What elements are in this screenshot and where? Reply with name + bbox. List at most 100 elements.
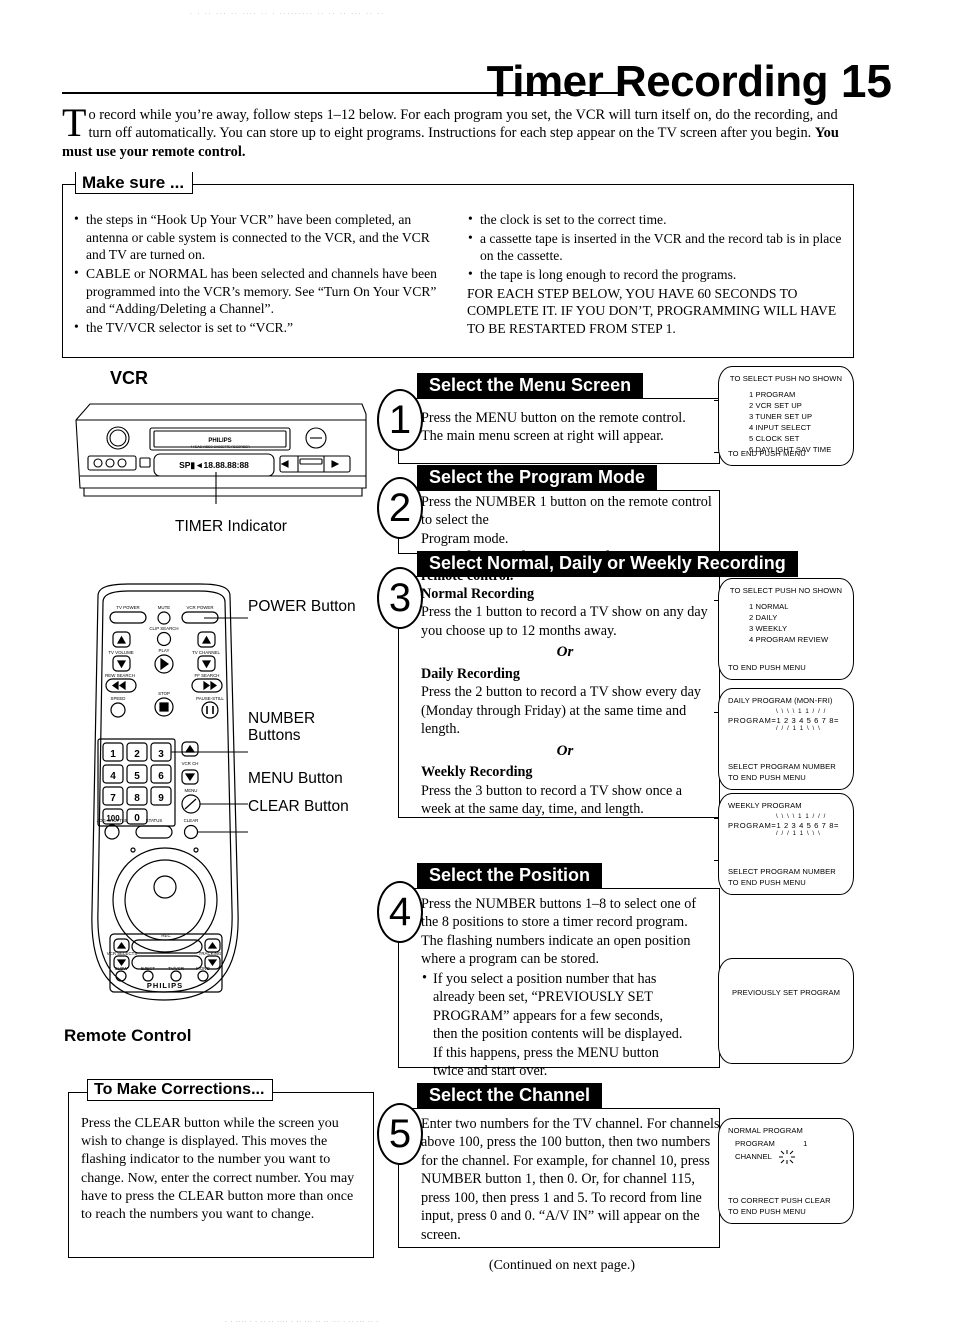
svg-text:6: 6 <box>158 771 164 782</box>
tv1-bottom-line: TO END PUSH MENU <box>728 449 806 458</box>
svg-text:SPEED: SPEED <box>111 696 126 701</box>
step-5-block: 5 Select the Channel Enter two numbers f… <box>377 1083 720 1248</box>
weekly-recording-text: Press the 3 button to record a TV show o… <box>421 782 683 818</box>
step-1-heading: Select the Menu Screen <box>417 373 644 400</box>
tv6-channel-label: CHANNEL <box>735 1152 772 1161</box>
step-4-text: Press the NUMBER buttons 1–8 to select o… <box>421 896 697 968</box>
callout-number-line2: Buttons <box>248 727 301 745</box>
to-make-corrections-box: To Make Corrections... Press the CLEAR b… <box>68 1079 374 1258</box>
daily-recording-title: Daily Recording <box>421 665 520 682</box>
svg-text:VCR CH: VCR CH <box>182 761 199 766</box>
tv3-bottom: SELECT PROGRAM NUMBER TO END PUSH MENU <box>728 761 836 783</box>
svg-text:MUTE: MUTE <box>158 605 171 610</box>
flashing-cursor-icon <box>774 1149 800 1165</box>
svg-text:3: 3 <box>158 749 164 760</box>
svg-text:SLOW: SLOW <box>115 966 129 971</box>
scan-artifact-bottom: . . .... . . .. .. .... . .. ... .. .. .… <box>225 1316 379 1324</box>
svg-text:PHILIPS: PHILIPS <box>208 438 231 444</box>
tv-screen-weekly-program: WEEKLY PROGRAM \ \ \ \ 1 1 / / / PROGRAM… <box>718 793 854 895</box>
make-sure-tab-label: Make sure ... <box>75 172 194 195</box>
make-sure-right-column: the clock is set to the correct time. a … <box>467 210 843 338</box>
or-separator-1: Or <box>556 644 574 661</box>
step-3-body: Normal Recording Press the 1 button to r… <box>421 583 709 819</box>
step-5-number: 5 <box>377 1103 423 1165</box>
weekly-recording-title: Weekly Recording <box>421 764 533 781</box>
list-item: the tape is long enough to record the pr… <box>467 265 843 284</box>
svg-text:TV POWER: TV POWER <box>116 605 139 610</box>
daily-recording-text: Press the 2 button to record a TV show e… <box>421 684 702 738</box>
make-sure-box: Make sure ... the steps in “Hook Up Your… <box>62 172 854 358</box>
svg-text:REW SEARCH: REW SEARCH <box>105 673 135 678</box>
callout-number-buttons: NUMBER Buttons <box>248 710 315 744</box>
page-number: 15 <box>840 55 892 107</box>
svg-text:CLEAR: CLEAR <box>184 818 199 823</box>
tv3-program-numbers: 1 2 3 4 5 6 7 8 <box>776 716 835 725</box>
tv1-top-line: TO SELECT PUSH NO SHOWN <box>729 374 843 383</box>
step-1-body: Press the MENU button on the remote cont… <box>421 409 711 446</box>
tv4-bottom-line-2: TO END PUSH MENU <box>728 878 806 887</box>
svg-text:1: 1 <box>110 749 116 760</box>
intro-text: o record while you’re away, follow steps… <box>88 107 838 142</box>
tv5-center-text: PREVIOUSLY SET PROGRAM <box>731 988 841 997</box>
continued-note: (Continued on next page.) <box>488 1258 636 1273</box>
step-2-heading: Select the Program Mode <box>417 465 658 492</box>
step-2-block: 2 Select the Program Mode Press the NUMB… <box>377 465 720 584</box>
timeout-warning-text: FOR EACH STEP BELOW, YOU HAVE 60 SECONDS… <box>467 285 837 337</box>
svg-text:100: 100 <box>106 814 120 823</box>
svg-text:PHILIPS: PHILIPS <box>147 981 183 990</box>
step-1-number: 1 <box>377 389 423 451</box>
tv-screen-program-mode-menu: TO SELECT PUSH NO SHOWN 1 NORMAL 2 DAILY… <box>718 578 854 680</box>
svg-text:TRACKING: TRACKING <box>199 951 222 956</box>
step-2-number: 2 <box>377 477 423 539</box>
svg-text:PAUSE-STILL: PAUSE-STILL <box>196 696 224 701</box>
svg-text:9: 9 <box>158 793 164 804</box>
tv3-program-row: PROGRAM=1 2 3 4 5 6 7 8= <box>728 715 839 726</box>
timer-indicator-label: TIMER Indicator <box>175 518 287 535</box>
svg-text:STOP: STOP <box>158 691 170 696</box>
corrections-tab-label: To Make Corrections... <box>87 1079 274 1101</box>
svg-text:TV CHANNEL: TV CHANNEL <box>192 650 220 655</box>
step-1-line-2: The main menu screen at right will appea… <box>421 428 664 445</box>
menu-item: 4 PROGRAM REVIEW <box>749 635 829 644</box>
tv-screen-main-menu: TO SELECT PUSH NO SHOWN 1 PROGRAM 2 VCR … <box>718 366 854 466</box>
callout-number-line1: NUMBER <box>248 710 316 727</box>
list-item: the TV/VCR selector is set to “VCR.” <box>73 318 449 337</box>
manual-page: . . .. ... .. .... .. . ......... .. .. … <box>0 0 954 1332</box>
svg-text:PLAY: PLAY <box>159 648 170 653</box>
tv4-flash-below: / / / 1 1 \ \ \ <box>776 831 821 837</box>
svg-text:4: 4 <box>110 771 116 782</box>
svg-text:CLIP SEARCH: CLIP SEARCH <box>149 626 178 631</box>
svg-text:MONO: MONO <box>196 966 210 971</box>
step-4-body: Press the NUMBER buttons 1–8 to select o… <box>421 895 713 1082</box>
svg-text:5: 5 <box>134 771 140 782</box>
tv3-program-label: PROGRAM= <box>728 716 777 725</box>
tv6-program-row: PROGRAM 1 <box>735 1138 807 1149</box>
list-item: the clock is set to the correct time. <box>467 210 843 229</box>
tv6-channel-row: CHANNEL <box>735 1149 807 1165</box>
tv3-title: DAILY PROGRAM (MON-FRI) <box>728 696 833 705</box>
list-item: CABLE or NORMAL has been selected and ch… <box>73 264 449 318</box>
step-4-heading: Select the Position <box>417 863 603 890</box>
menu-item: 1 NORMAL <box>749 602 789 611</box>
tv4-bottom: SELECT PROGRAM NUMBER TO END PUSH MENU <box>728 866 836 888</box>
svg-text:8: 8 <box>134 793 140 804</box>
list-item: a cassette tape is inserted in the VCR a… <box>467 229 843 265</box>
svg-text:0: 0 <box>134 813 140 824</box>
or-separator-2: Or <box>556 742 574 759</box>
tv4-program-suffix: = <box>834 821 840 830</box>
normal-recording-title: Normal Recording <box>421 586 535 602</box>
list-item: If you select a position number that has… <box>421 969 685 1081</box>
scan-artifact-top: . . .. ... .. .... .. . ......... .. .. … <box>190 8 385 16</box>
tv6-title: NORMAL PROGRAM <box>728 1126 803 1135</box>
svg-text:2: 2 <box>134 749 140 760</box>
callout-clear-button: CLEAR Button <box>248 798 349 815</box>
menu-item: 3 WEEKLY <box>749 624 788 633</box>
vcr-figure-label: VCR <box>110 368 149 388</box>
svg-text:TV/VCR: TV/VCR <box>168 966 184 971</box>
corrections-text: Press the CLEAR button while the screen … <box>81 1116 355 1222</box>
svg-text:EJECT: EJECT <box>141 966 155 971</box>
page-title: Timer Recording <box>486 57 829 106</box>
vcr-display-readout: SP▮◄18.88.88:88 <box>179 460 249 470</box>
svg-text:4 HEAD VIDEO CASSETTE RECORDER: 4 HEAD VIDEO CASSETTE RECORDER <box>190 445 250 449</box>
tv4-program-label: PROGRAM= <box>728 821 777 830</box>
